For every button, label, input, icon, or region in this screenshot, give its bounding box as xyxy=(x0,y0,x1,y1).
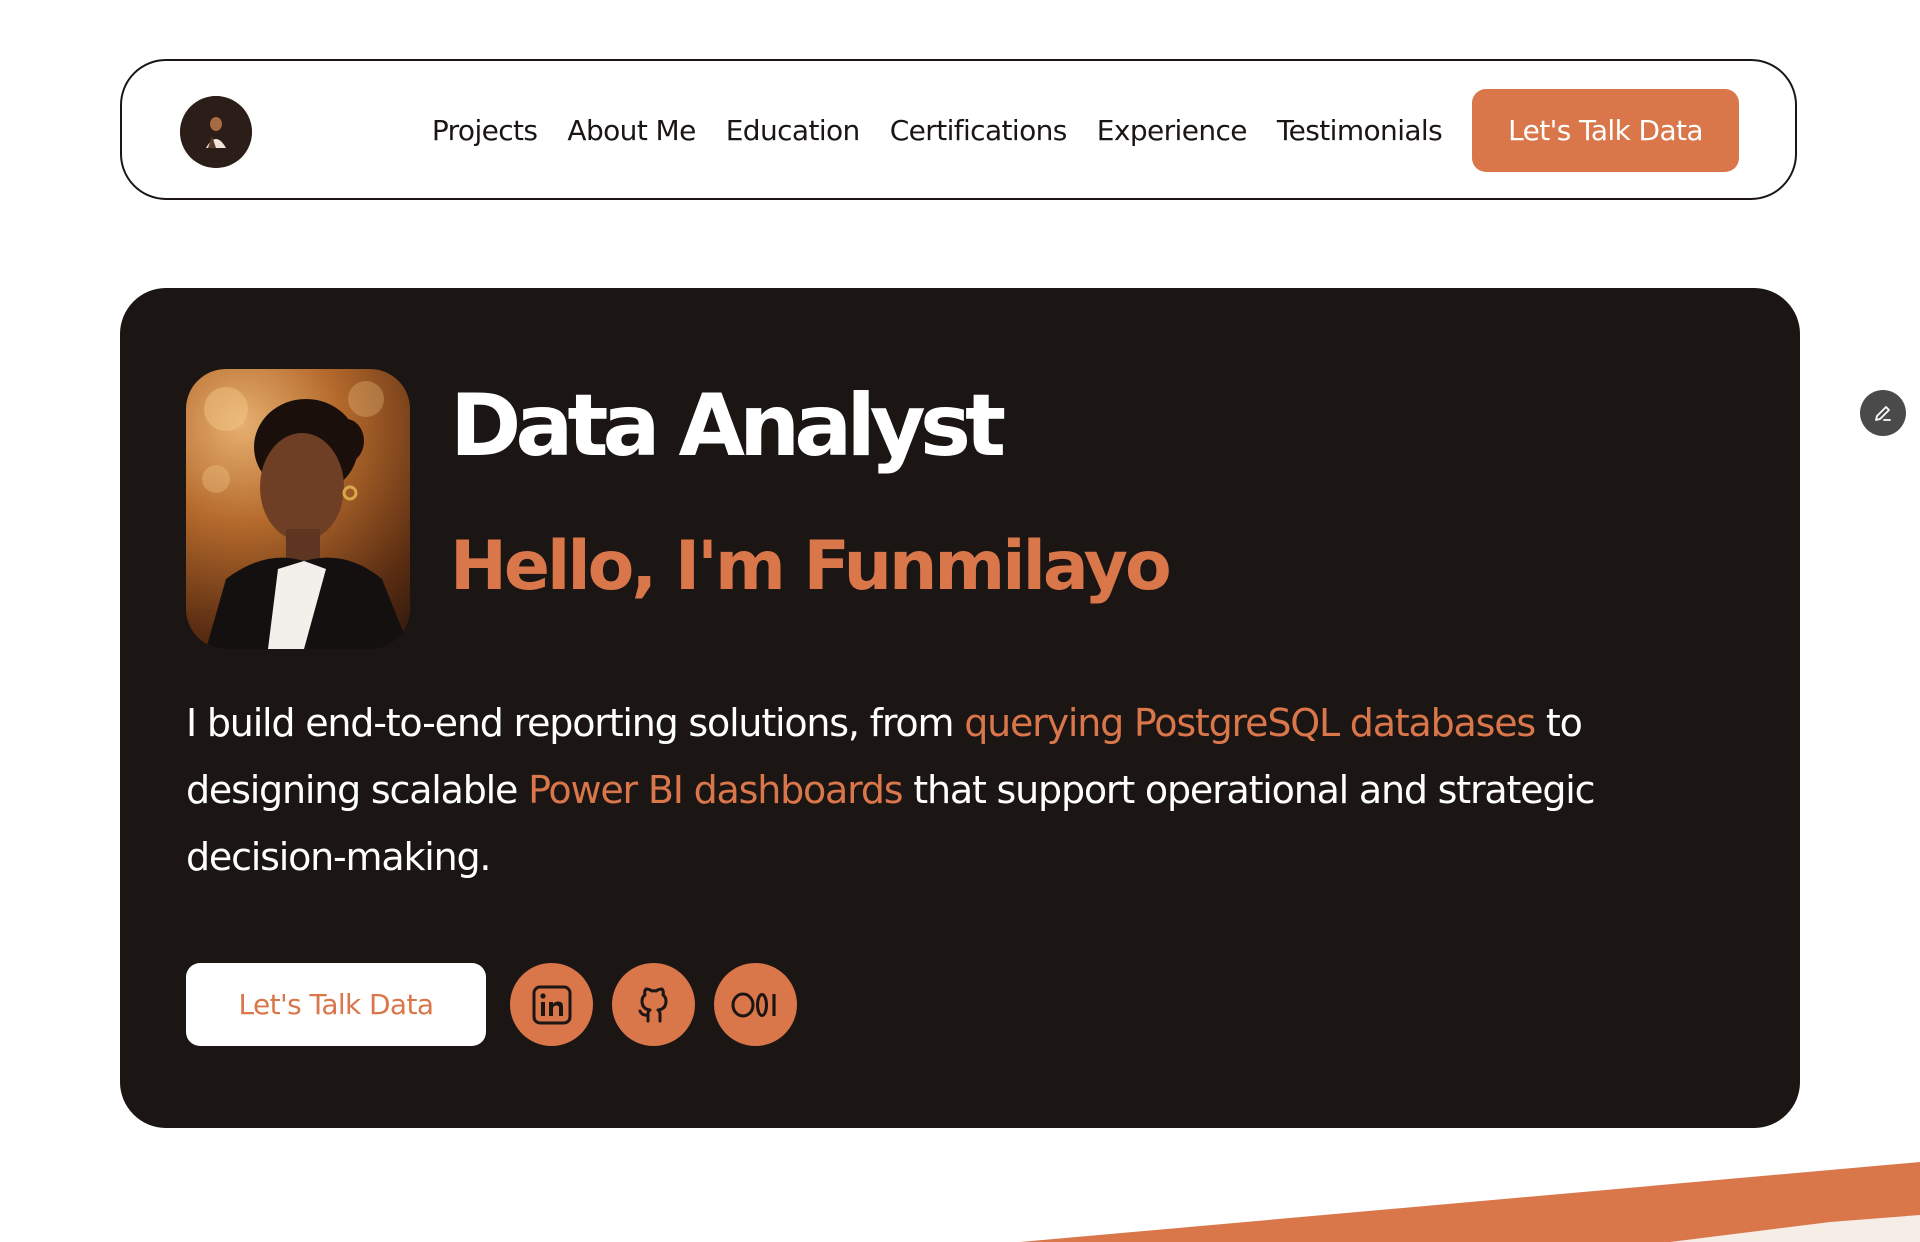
nav-item-about-me[interactable]: About Me xyxy=(567,114,696,147)
top-navigation: Projects About Me Education Certificatio… xyxy=(120,59,1797,200)
nav-item-experience[interactable]: Experience xyxy=(1097,114,1248,147)
hero-bio: I build end-to-end reporting solutions, … xyxy=(186,690,1746,891)
nav-item-education[interactable]: Education xyxy=(726,114,861,147)
bio-highlight-postgresql: querying PostgreSQL databases xyxy=(964,701,1536,745)
nav-cta-button[interactable]: Let's Talk Data xyxy=(1472,88,1739,172)
bio-text-1: I build end-to-end reporting solutions, … xyxy=(186,701,965,745)
hero-card: Data Analyst Hello, I'm Funmilayo I buil… xyxy=(120,288,1800,1128)
nav-item-certifications[interactable]: Certifications xyxy=(890,114,1068,147)
nav-item-projects[interactable]: Projects xyxy=(432,114,538,147)
portrait-person-icon xyxy=(202,381,410,649)
github-button[interactable] xyxy=(612,963,695,1046)
linkedin-icon xyxy=(532,985,571,1024)
github-icon xyxy=(638,987,667,1022)
pencil-icon xyxy=(1875,406,1891,421)
medium-icon xyxy=(731,992,776,1017)
edit-button[interactable] xyxy=(1860,390,1906,436)
hero-cta-button[interactable]: Let's Talk Data xyxy=(186,963,486,1046)
hero-greeting: Hello, I'm Funmilayo xyxy=(450,527,1172,606)
medium-button[interactable] xyxy=(714,963,797,1046)
hero-role-title: Data Analyst xyxy=(450,376,1006,476)
bio-highlight-powerbi: Power BI dashboards xyxy=(528,768,904,812)
linkedin-button[interactable] xyxy=(510,963,593,1046)
profile-portrait xyxy=(186,369,410,649)
nav-item-testimonials[interactable]: Testimonials xyxy=(1277,114,1443,147)
nav-links: Projects About Me Education Certificatio… xyxy=(122,88,1795,172)
